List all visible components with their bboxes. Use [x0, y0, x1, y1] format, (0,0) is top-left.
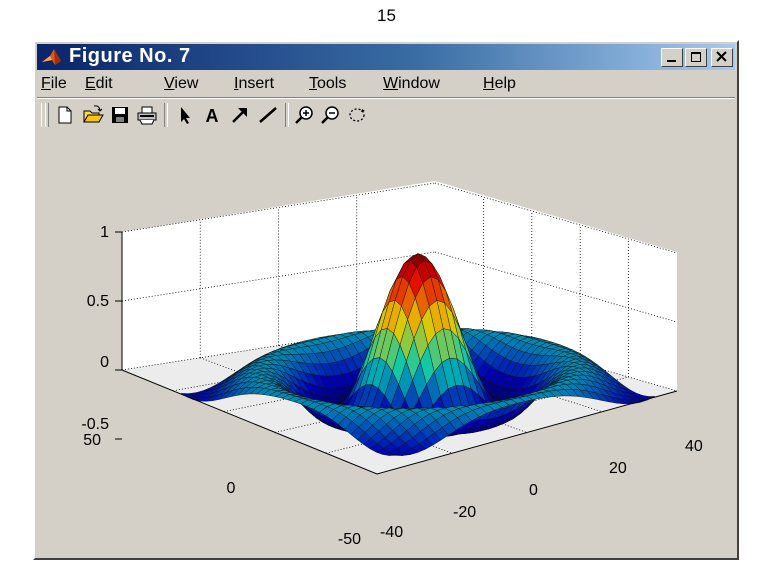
- zoom-out-button[interactable]: [319, 103, 343, 127]
- minimize-button[interactable]: [661, 48, 683, 67]
- zoom-out-icon: [321, 106, 339, 124]
- svg-text:A: A: [206, 106, 219, 126]
- rotate-3d-button[interactable]: [345, 103, 369, 127]
- insert-text-icon: A: [206, 106, 219, 126]
- insert-arrow-button[interactable]: [228, 103, 252, 127]
- print-button[interactable]: [135, 103, 159, 127]
- z-tick-label: 0: [100, 354, 109, 371]
- surface-plot[interactable]: 1 0.5 0 -0.5 50 0 -50 -40 -20 0 20 40: [35, 129, 737, 557]
- y-tick-label: 0: [227, 480, 236, 497]
- zoom-in-icon: [295, 106, 313, 124]
- maximize-icon: [691, 52, 701, 62]
- toolbar-grip-inner: [45, 103, 49, 127]
- menu-edit[interactable]: Edit: [85, 75, 113, 93]
- minimize-icon: [667, 60, 676, 62]
- z-tick-label: 0.5: [87, 293, 109, 310]
- menu-bar: File Edit View Insert Tools Window Help: [37, 72, 735, 96]
- toolbar: A: [37, 97, 735, 130]
- menu-file[interactable]: File: [41, 75, 67, 93]
- z-tick-label: 1: [100, 224, 109, 241]
- x-tick-label: -20: [453, 504, 476, 521]
- zoom-in-button[interactable]: [293, 103, 317, 127]
- figure-canvas[interactable]: 1 0.5 0 -0.5 50 0 -50 -40 -20 0 20 40: [35, 129, 737, 557]
- x-tick-label: 20: [609, 460, 627, 477]
- menu-tools[interactable]: Tools: [309, 75, 346, 93]
- menu-view[interactable]: View: [164, 75, 198, 93]
- new-figure-button[interactable]: [53, 103, 77, 127]
- print-icon: [137, 106, 157, 125]
- z-tick-label: -0.5: [81, 416, 109, 433]
- page-number: 15: [377, 6, 396, 25]
- rotate-3d-icon: [349, 108, 365, 122]
- matlab-logo-icon: [42, 49, 61, 65]
- maximize-button[interactable]: [685, 48, 707, 67]
- insert-line-icon: [259, 107, 277, 123]
- select-arrow-icon: [181, 107, 190, 124]
- edit-plot-button[interactable]: [173, 103, 197, 127]
- toolbar-separator: [285, 103, 289, 127]
- menu-window[interactable]: Window: [383, 75, 440, 93]
- open-folder-icon: [83, 105, 104, 123]
- y-tick-label: 50: [83, 432, 101, 449]
- x-tick-label: 40: [685, 438, 703, 455]
- save-button[interactable]: [108, 103, 132, 127]
- window-title: Figure No. 7: [69, 45, 191, 67]
- close-button[interactable]: [711, 48, 733, 67]
- toolbar-separator: [164, 103, 168, 127]
- new-file-icon: [58, 106, 72, 124]
- insert-line-button[interactable]: [256, 103, 280, 127]
- save-icon: [112, 107, 128, 123]
- insert-arrow-icon: [232, 108, 247, 123]
- insert-text-button[interactable]: A: [200, 103, 224, 127]
- open-file-button[interactable]: [81, 103, 105, 127]
- menu-help[interactable]: Help: [483, 75, 516, 93]
- x-tick-label: 0: [529, 482, 538, 499]
- title-bar[interactable]: Figure No. 7: [37, 44, 735, 70]
- x-tick-label: -40: [380, 524, 403, 541]
- close-icon: [716, 51, 727, 62]
- menu-insert[interactable]: Insert: [234, 75, 274, 93]
- y-tick-label: -50: [338, 531, 361, 548]
- figure-window: Figure No. 7 File Edit View Insert Tools…: [33, 40, 739, 560]
